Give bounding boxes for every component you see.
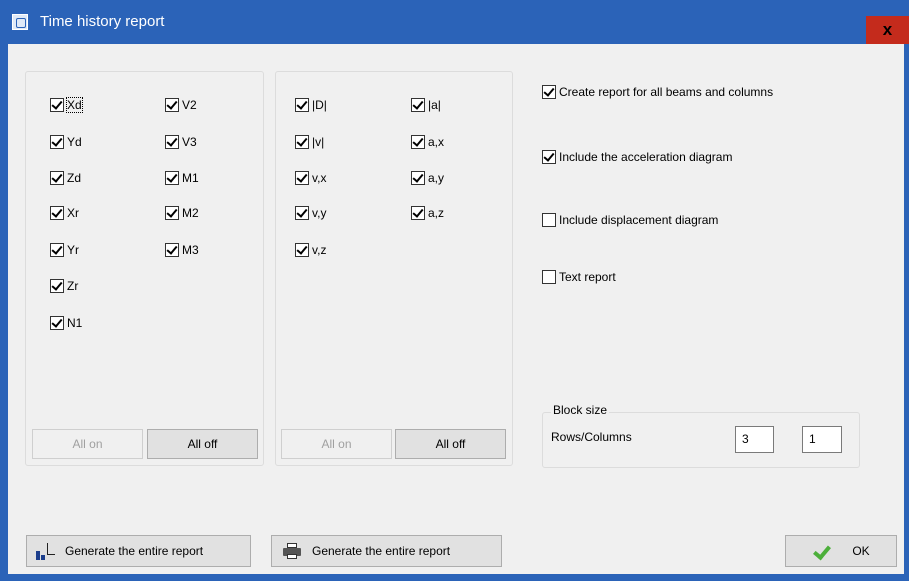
- checkbox-v2[interactable]: V2: [165, 96, 197, 114]
- checkbox-box[interactable]: [411, 98, 425, 112]
- checkbox-v3[interactable]: V3: [165, 133, 197, 151]
- option-text-report[interactable]: Text report: [542, 268, 616, 286]
- checkbox-label: Yd: [67, 135, 82, 149]
- button-label: Generate the entire report: [65, 544, 204, 558]
- checkbox-label: a,z: [428, 206, 445, 220]
- checkbox-label: v,x: [312, 171, 327, 185]
- rows-columns-label: Rows/Columns: [551, 430, 632, 444]
- checkbox-v-z[interactable]: v,z: [295, 241, 326, 259]
- checkbox-xd[interactable]: Xd: [50, 96, 83, 114]
- checkbox-label: Zd: [67, 171, 82, 185]
- checkbox-label: Zr: [67, 279, 79, 293]
- checkbox-label: Xr: [67, 206, 79, 220]
- checkbox-label: Xd: [66, 97, 83, 113]
- checkbox-box[interactable]: [165, 135, 179, 149]
- option-acceleration-diagram[interactable]: Include the acceleration diagram: [542, 148, 732, 166]
- checkbox-box[interactable]: [295, 135, 309, 149]
- checkbox-box[interactable]: [50, 171, 64, 185]
- checkbox-label: |v|: [312, 135, 325, 149]
- kinematics-panel: [275, 71, 513, 466]
- checkbox-label: v,z: [312, 243, 327, 257]
- checkbox-box[interactable]: [542, 213, 556, 227]
- title-bar: Time history report x: [0, 0, 909, 44]
- checkbox-label: v,y: [312, 206, 327, 220]
- dialog-client-area: Xd Yd Zd Xr Yr Zr N1 V2 V3 M1 M2 M3 All …: [8, 44, 904, 574]
- checkbox-box[interactable]: [50, 243, 64, 257]
- checkbox-label: V2: [182, 98, 197, 112]
- checkbox-box[interactable]: [295, 243, 309, 257]
- checkbox-zd[interactable]: Zd: [50, 169, 81, 187]
- checkbox-a-x[interactable]: a,x: [411, 133, 444, 151]
- force-components-panel: [25, 71, 264, 466]
- checkbox-label: Text report: [559, 270, 616, 284]
- checkbox-label: M1: [182, 171, 199, 185]
- middle-all-off-button[interactable]: All off: [395, 429, 506, 459]
- checkbox-box[interactable]: [50, 316, 64, 330]
- checkbox-box[interactable]: [165, 243, 179, 257]
- generate-report-button[interactable]: Generate the entire report: [26, 535, 251, 567]
- checkbox-box[interactable]: [542, 85, 556, 99]
- window-title: Time history report: [40, 13, 165, 30]
- checkbox-box[interactable]: [165, 206, 179, 220]
- checkbox-label: a,y: [428, 171, 445, 185]
- checkbox-v-x[interactable]: v,x: [295, 169, 326, 187]
- checkbox-label: M2: [182, 206, 199, 220]
- checkbox-label: Include displacement diagram: [559, 213, 719, 227]
- checkbox-m3[interactable]: M3: [165, 241, 199, 259]
- checkbox-box[interactable]: [50, 279, 64, 293]
- checkbox-box[interactable]: [295, 98, 309, 112]
- checkbox-label: Create report for all beams and columns: [559, 85, 774, 99]
- middle-all-on-button[interactable]: All on: [281, 429, 392, 459]
- checkbox-box[interactable]: [542, 150, 556, 164]
- checkbox-box[interactable]: [165, 171, 179, 185]
- checkbox-label: Yr: [67, 243, 79, 257]
- option-displacement-diagram[interactable]: Include displacement diagram: [542, 211, 718, 229]
- checkbox-xr[interactable]: Xr: [50, 204, 79, 222]
- checkbox-abs-d[interactable]: |D|: [295, 96, 327, 114]
- left-all-off-button[interactable]: All off: [147, 429, 258, 459]
- checkbox-yr[interactable]: Yr: [50, 241, 79, 259]
- checkbox-label: |D|: [312, 98, 327, 112]
- checkbox-box[interactable]: [50, 135, 64, 149]
- checkbox-box[interactable]: [50, 98, 64, 112]
- checkbox-v-y[interactable]: v,y: [295, 204, 326, 222]
- checkbox-a-y[interactable]: a,y: [411, 169, 444, 187]
- checkbox-zr[interactable]: Zr: [50, 277, 78, 295]
- rows-input[interactable]: 3: [735, 426, 774, 453]
- checkbox-label: V3: [182, 135, 197, 149]
- checkbox-yd[interactable]: Yd: [50, 133, 82, 151]
- checkbox-box[interactable]: [295, 171, 309, 185]
- columns-input[interactable]: 1: [802, 426, 842, 453]
- checkbox-box[interactable]: [295, 206, 309, 220]
- checkbox-box[interactable]: [411, 206, 425, 220]
- report-chart-icon: [35, 541, 57, 561]
- checkbox-label: N1: [67, 316, 83, 330]
- generate-print-report-button[interactable]: Generate the entire report: [271, 535, 502, 567]
- checkbox-box[interactable]: [165, 98, 179, 112]
- button-label: Generate the entire report: [312, 544, 451, 558]
- left-all-on-button[interactable]: All on: [32, 429, 143, 459]
- checkbox-label: |a|: [428, 98, 441, 112]
- button-label: OK: [852, 544, 870, 558]
- checkmark-icon: [812, 544, 830, 558]
- checkbox-abs-a[interactable]: |a|: [411, 96, 441, 114]
- checkbox-a-z[interactable]: a,z: [411, 204, 444, 222]
- checkbox-label: M3: [182, 243, 199, 257]
- close-button[interactable]: x: [866, 16, 909, 44]
- checkbox-label: Include the acceleration diagram: [559, 150, 733, 164]
- checkbox-abs-v[interactable]: |v|: [295, 133, 324, 151]
- app-icon: [12, 14, 28, 30]
- checkbox-label: a,x: [428, 135, 445, 149]
- option-all-beams-columns[interactable]: Create report for all beams and columns: [542, 83, 773, 101]
- block-size-legend: Block size: [551, 403, 610, 417]
- checkbox-n1[interactable]: N1: [50, 314, 82, 332]
- checkbox-m1[interactable]: M1: [165, 169, 199, 187]
- checkbox-box[interactable]: [50, 206, 64, 220]
- printer-icon: [282, 542, 302, 560]
- ok-button[interactable]: OK: [785, 535, 897, 567]
- checkbox-box[interactable]: [542, 270, 556, 284]
- checkbox-box[interactable]: [411, 171, 425, 185]
- checkbox-box[interactable]: [411, 135, 425, 149]
- checkbox-m2[interactable]: M2: [165, 204, 199, 222]
